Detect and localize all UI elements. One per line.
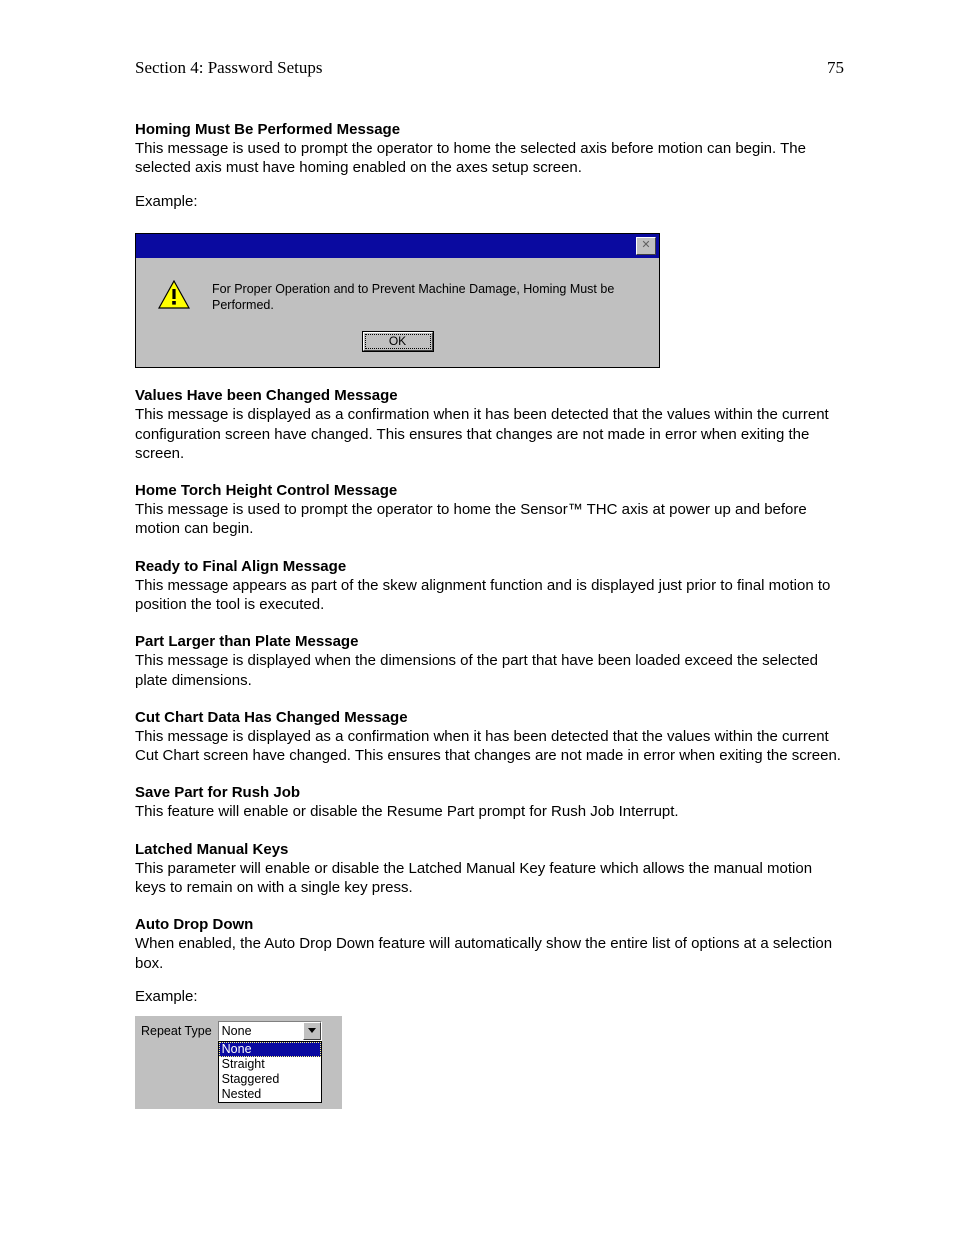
combo-list[interactable]: None Straight Staggered Nested [218,1041,322,1103]
page-number: 75 [827,58,844,78]
dialog-message: For Proper Operation and to Prevent Mach… [212,281,645,313]
section-body: This feature will enable or disable the … [135,802,844,821]
combo-option[interactable]: None [219,1042,321,1057]
combo-option[interactable]: Staggered [219,1072,321,1087]
doc-section: Save Part for Rush Job This feature will… [135,783,844,821]
doc-section: Home Torch Height Control Message This m… [135,481,844,539]
section-title: Auto Drop Down [135,915,844,934]
doc-section: Ready to Final Align Message This messag… [135,557,844,615]
section-title: Cut Chart Data Has Changed Message [135,708,844,727]
section-body: This message is displayed as a confirmat… [135,405,844,463]
page-header: Section 4: Password Setups 75 [135,58,844,78]
message-dialog: ✕ For Proper Operation and to Prevent Ma… [135,233,660,369]
section-body: This parameter will enable or disable th… [135,859,844,897]
repeat-type-combo[interactable]: None [218,1021,322,1041]
section-label: Section 4: Password Setups [135,58,322,78]
section-body: This message appears as part of the skew… [135,576,844,614]
section-title: Homing Must Be Performed Message [135,120,844,139]
section-title: Ready to Final Align Message [135,557,844,576]
section-title: Part Larger than Plate Message [135,632,844,651]
section-body: This message is displayed when the dimen… [135,651,844,689]
section-body: This message is used to prompt the opera… [135,500,844,538]
section-body: This message is used to prompt the opera… [135,139,844,177]
section-title: Values Have been Changed Message [135,386,844,405]
dialog-titlebar: ✕ [136,234,659,258]
combo-option[interactable]: Nested [219,1087,321,1102]
section-title: Latched Manual Keys [135,840,844,859]
combo-value: None [219,1022,303,1040]
chevron-down-icon[interactable] [303,1022,321,1040]
dropdown-label: Repeat Type [141,1021,212,1039]
warning-icon [158,280,190,315]
example-label: Example: [135,192,844,211]
doc-section: Latched Manual Keys This parameter will … [135,840,844,898]
close-button[interactable]: ✕ [636,237,656,255]
section-title: Home Torch Height Control Message [135,481,844,500]
doc-section: Homing Must Be Performed Message This me… [135,120,844,368]
doc-section: Values Have been Changed Message This me… [135,386,844,463]
combo-option[interactable]: Straight [219,1057,321,1072]
doc-section: Cut Chart Data Has Changed Message This … [135,708,844,766]
section-body: When enabled, the Auto Drop Down feature… [135,934,844,972]
dropdown-example: Repeat Type None None Straight Staggered… [135,1016,342,1109]
doc-section: Part Larger than Plate Message This mess… [135,632,844,690]
section-body: This message is displayed as a confirmat… [135,727,844,765]
section-title: Save Part for Rush Job [135,783,844,802]
doc-section: Auto Drop Down When enabled, the Auto Dr… [135,915,844,1109]
example-label: Example: [135,987,844,1006]
ok-button[interactable]: OK [363,332,433,351]
